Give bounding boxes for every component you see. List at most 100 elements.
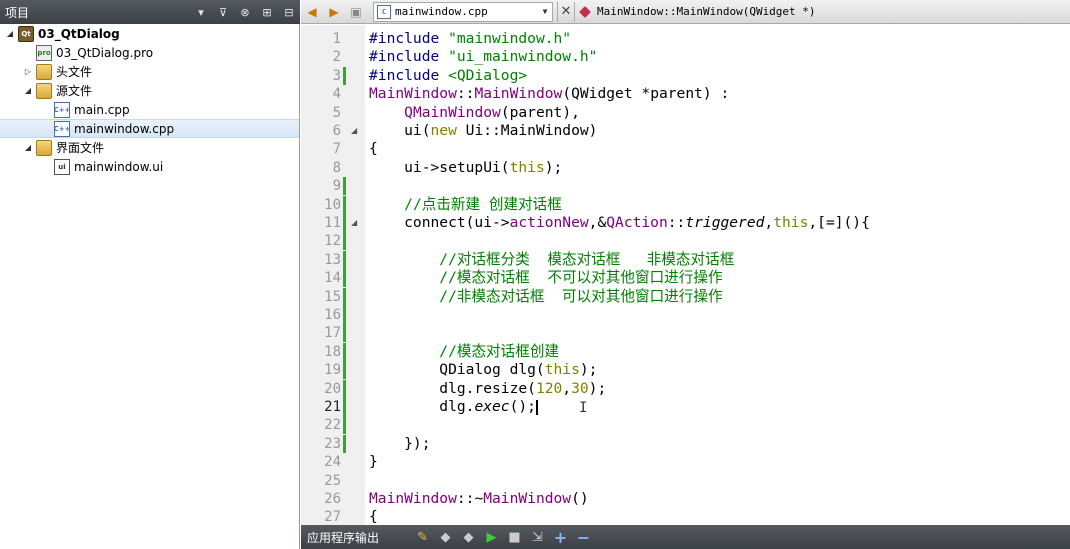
stop-icon[interactable]: ■: [503, 526, 526, 548]
split-icon[interactable]: ⊞: [256, 0, 278, 24]
code-line[interactable]: 17: [301, 324, 1070, 343]
previous-item-icon[interactable]: ◆: [434, 526, 457, 548]
code-text: //对话框分类 模态对话框 非模态对话框: [439, 250, 735, 268]
code-text: MainWindow::MainWindow(QWidget *parent) …: [369, 85, 730, 103]
fold-marker-icon[interactable]: ◢: [351, 214, 357, 232]
code-editor[interactable]: 1 #include "mainwindow.h" 2 #include "ui_ma…: [301, 25, 1070, 525]
line-number: 4: [332, 86, 341, 103]
modified-line-marker: [343, 66, 346, 85]
cpp-file-icon: C++: [54, 120, 70, 137]
modified-line-marker: [343, 214, 346, 232]
filter-icon[interactable]: ⊽: [212, 0, 234, 24]
code-line[interactable]: 25: [301, 472, 1070, 490]
code-line[interactable]: 10 //点击新建 创建对话框: [301, 195, 1070, 214]
zoom-out-icon[interactable]: −: [572, 526, 595, 548]
symbols-combo[interactable]: MainWindow::MainWindow(QWidget *): [575, 2, 1070, 22]
pro-file-icon: pro: [36, 44, 52, 61]
code-line[interactable]: 15 //非模态对话框 可以对其他窗口进行操作: [301, 287, 1070, 306]
folder-icon: [36, 82, 52, 99]
line-number: 10: [324, 196, 341, 213]
forward-arrow-icon[interactable]: ▶: [323, 1, 345, 23]
expanded-arrow-icon[interactable]: ◢: [22, 85, 34, 97]
back-arrow-icon[interactable]: ◀: [301, 1, 323, 23]
code-line[interactable]: 13 //对话框分类 模态对话框 非模态对话框: [301, 250, 1070, 269]
line-number: 27: [324, 509, 341, 525]
line-number: 9: [332, 178, 341, 195]
tree-item-label: main.cpp: [74, 102, 130, 117]
tree-item-mainwindow-ui[interactable]: ui mainwindow.ui: [0, 157, 299, 176]
line-number: 8: [332, 159, 341, 176]
text-cursor-ibeam-icon: I: [579, 400, 588, 416]
next-item-icon[interactable]: ◆: [457, 526, 480, 548]
tree-item-sources[interactable]: ◢ 源文件: [0, 81, 299, 100]
code-line[interactable]: 7{: [301, 140, 1070, 158]
dropdown-arrow-icon[interactable]: ▾: [190, 0, 212, 24]
project-panel-toolbar: 项目 ▾ ⊽ ⊗ ⊞ ⊟: [0, 0, 300, 24]
zoom-in-icon[interactable]: +: [549, 526, 572, 548]
code-text: //非模态对话框 可以对其他窗口进行操作: [439, 287, 723, 305]
close-panel-icon[interactable]: ⊟: [278, 0, 300, 24]
line-number: 26: [324, 491, 341, 507]
function-symbol-icon: [579, 5, 591, 18]
modified-line-marker: [343, 379, 346, 398]
line-number: 23: [324, 435, 341, 452]
folder-icon: [36, 63, 52, 80]
code-text: //模态对话框 不可以对其他窗口进行操作: [439, 269, 723, 287]
code-line[interactable]: 8 ui->setupUi(this);: [301, 159, 1070, 177]
output-pane-title: 应用程序输出: [307, 530, 380, 545]
tree-item-mainwindow-cpp[interactable]: C++ mainwindow.cpp: [0, 119, 299, 138]
code-line[interactable]: 5 QMainWindow(parent),: [301, 104, 1070, 122]
attach-icon[interactable]: ⇲: [526, 526, 549, 548]
tree-item-project[interactable]: ◢ Qt 03_QtDialog: [0, 24, 299, 43]
run-icon[interactable]: ▶: [480, 526, 503, 548]
line-number: 3: [332, 67, 341, 84]
tree-item-main-cpp[interactable]: C++ main.cpp: [0, 100, 299, 119]
code-line[interactable]: 23 });: [301, 434, 1070, 453]
code-text: {: [369, 140, 378, 158]
code-text: ui->setupUi(this);: [369, 158, 563, 176]
code-line[interactable]: 14 //模态对话框 不可以对其他窗口进行操作: [301, 269, 1070, 288]
code-line[interactable]: 22: [301, 416, 1070, 435]
code-line[interactable]: 1 #include "mainwindow.h": [301, 30, 1070, 48]
text-caret: [535, 399, 538, 415]
code-line[interactable]: 20 dlg.resize(120,30);: [301, 379, 1070, 398]
expanded-arrow-icon[interactable]: ◢: [4, 28, 16, 40]
code-line[interactable]: 19 QDialog dlg(this);: [301, 361, 1070, 380]
code-line[interactable]: 18 //模态对话框创建: [301, 342, 1070, 361]
lock-icon[interactable]: ▣: [345, 1, 367, 23]
link-icon[interactable]: ⊗: [234, 0, 256, 24]
code-line[interactable]: 11 ◢ connect(ui->actionNew,&QAction::trig…: [301, 214, 1070, 232]
tree-item-headers[interactable]: ▷ 头文件: [0, 62, 299, 81]
code-line[interactable]: 26 MainWindow::~MainWindow(): [301, 490, 1070, 508]
code-line[interactable]: 27 {: [301, 508, 1070, 525]
code-line[interactable]: 21 dlg.exec();: [301, 398, 1070, 416]
close-document-button[interactable]: ✕: [557, 1, 575, 22]
tree-item-label: 03_QtDialog.pro: [56, 45, 154, 60]
line-number: 20: [324, 380, 341, 397]
code-line[interactable]: 9: [301, 177, 1070, 196]
tree-item-pro-file[interactable]: pro 03_QtDialog.pro: [0, 43, 299, 62]
line-number: 2: [332, 49, 341, 66]
modified-line-marker: [343, 250, 346, 269]
tree-item-forms[interactable]: ◢ 界面文件: [0, 138, 299, 157]
modified-line-marker: [343, 342, 346, 361]
clear-output-icon[interactable]: ✎: [411, 526, 434, 548]
code-line[interactable]: 16: [301, 306, 1070, 324]
code-text: dlg.resize(120,30);: [369, 379, 607, 397]
expanded-arrow-icon[interactable]: ◢: [22, 142, 34, 154]
modified-line-marker: [343, 434, 346, 453]
open-documents-combo[interactable]: C mainwindow.cpp ▼: [373, 1, 553, 22]
fold-marker-icon[interactable]: ◢: [351, 122, 357, 140]
modified-line-marker: [343, 361, 346, 380]
chevron-down-icon: ▼: [542, 7, 548, 16]
tree-item-label: 03_QtDialog: [38, 26, 120, 41]
code-line[interactable]: 2 #include "ui_mainwindow.h": [301, 48, 1070, 66]
collapsed-arrow-icon[interactable]: ▷: [22, 66, 34, 78]
project-icon: Qt: [18, 25, 34, 42]
code-line[interactable]: 6 ◢ ui(new Ui::MainWindow): [301, 122, 1070, 140]
editor-toolbar: ◀ ▶ ▣ C mainwindow.cpp ▼ ✕ MainWindow::M…: [301, 0, 1070, 24]
code-line[interactable]: 24}: [301, 453, 1070, 471]
code-line[interactable]: 12: [301, 232, 1070, 251]
code-line[interactable]: 3 #include <QDialog>: [301, 66, 1070, 85]
code-line[interactable]: 4 MainWindow::MainWindow(QWidget *parent)…: [301, 85, 1070, 103]
